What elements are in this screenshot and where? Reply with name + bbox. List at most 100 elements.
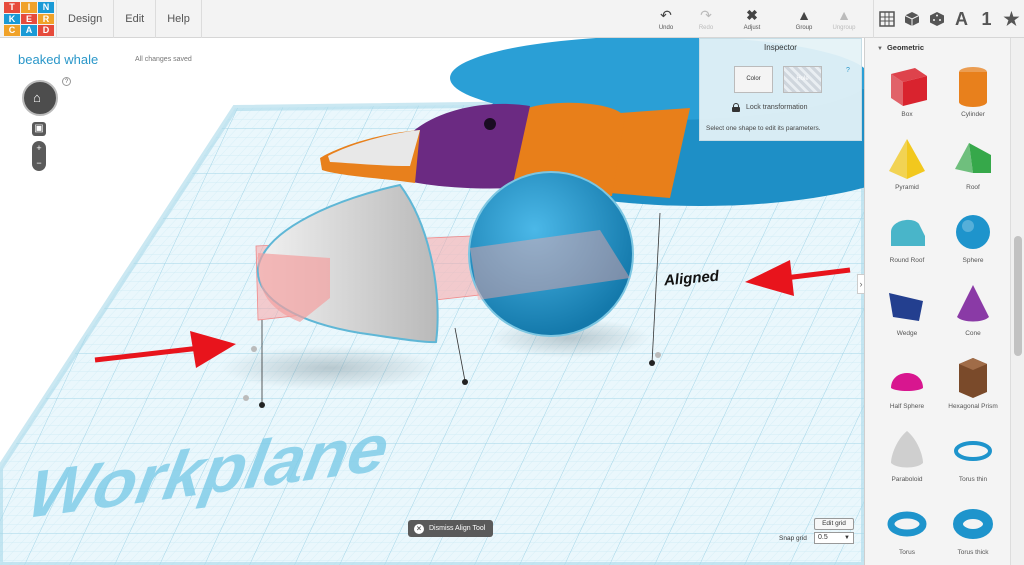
group-label: Group bbox=[795, 24, 813, 31]
zoom-in-icon[interactable]: + bbox=[32, 141, 46, 156]
panel-scrollbar[interactable] bbox=[1010, 38, 1024, 565]
undo-icon: ↶ bbox=[660, 6, 672, 23]
lock-transformation-toggle[interactable]: Lock transformation bbox=[732, 103, 807, 112]
grid-view-button[interactable] bbox=[874, 0, 899, 38]
view-buttons: A 1 ★ bbox=[873, 0, 1024, 38]
menu-design[interactable]: Design bbox=[56, 0, 113, 38]
pyramid-icon bbox=[889, 139, 925, 179]
components-view-button[interactable] bbox=[924, 0, 949, 38]
half-sphere-icon bbox=[891, 373, 923, 391]
design-title[interactable]: beaked whale bbox=[18, 52, 98, 67]
zoom-control: + − bbox=[32, 141, 46, 171]
edit-tools: ↶ Undo ↷ Redo bbox=[646, 0, 726, 38]
chevron-down-icon: ▼ bbox=[844, 535, 850, 541]
lock-icon bbox=[732, 103, 740, 112]
shape-tile-cone[interactable]: Cone bbox=[943, 279, 1003, 349]
redo-label: Redo bbox=[698, 24, 714, 31]
shapes-view-button[interactable] bbox=[899, 0, 924, 38]
logo-letter: D bbox=[38, 25, 54, 36]
shape-label: Round Roof bbox=[889, 257, 925, 264]
zoom-out-icon[interactable]: − bbox=[32, 156, 46, 171]
round-roof-icon bbox=[891, 219, 925, 246]
logo-letter: K bbox=[4, 13, 20, 24]
shape-label: Pyramid bbox=[895, 184, 919, 191]
torus-thick-icon bbox=[953, 509, 993, 539]
shape-tile-cylinder[interactable]: Cylinder bbox=[943, 60, 1003, 130]
shape-tile-paraboloid[interactable]: Paraboloid bbox=[877, 425, 937, 495]
ungroup-button[interactable]: ▲ Ungroup bbox=[824, 0, 864, 38]
shape-tile-half-sphere[interactable]: Half Sphere bbox=[877, 352, 937, 422]
adjust-label: Adjust bbox=[743, 24, 761, 31]
shape-tile-wedge[interactable]: Wedge bbox=[877, 279, 937, 349]
shape-tile-box[interactable]: Box bbox=[877, 60, 937, 130]
shape-tile-torus-thin[interactable]: Torus thin bbox=[943, 425, 1003, 495]
redo-icon: ↷ bbox=[700, 6, 712, 23]
scrollbar-thumb[interactable] bbox=[1014, 236, 1022, 356]
shape-label: Paraboloid bbox=[891, 476, 923, 483]
orbit-control[interactable]: ⌂ bbox=[22, 80, 58, 116]
adjust-icon: ✖ bbox=[746, 6, 758, 23]
category-label: Geometric bbox=[886, 43, 925, 52]
color-button[interactable]: Color bbox=[734, 66, 773, 93]
lock-label: Lock transformation bbox=[746, 104, 808, 111]
snap-grid-value: 0.5 bbox=[818, 534, 828, 541]
shape-tools: ✖ Adjust ▲ Group ▲ Ungroup bbox=[732, 0, 864, 38]
roof-icon bbox=[955, 143, 991, 173]
shape-label: Torus thin bbox=[958, 476, 988, 483]
menu-help[interactable]: Help bbox=[155, 0, 202, 38]
shape-tile-round-roof[interactable]: Round Roof bbox=[877, 206, 937, 276]
top-toolbar: T I N K E R C A D Design Edit Help ↶ Und… bbox=[0, 0, 1024, 38]
shape-label: Torus thick bbox=[957, 549, 989, 556]
shape-label: Half Sphere bbox=[889, 403, 925, 410]
shape-tile-torus[interactable]: Torus bbox=[877, 498, 937, 565]
home-icon[interactable]: ⌂ bbox=[33, 90, 41, 105]
inspector-hint: Select one shape to edit its parameters. bbox=[706, 125, 821, 132]
shape-label: Box bbox=[901, 111, 913, 118]
shapes-panel: ▼ Geometric Box Cylinder Pyramid Roof Round R… bbox=[864, 38, 1010, 565]
torus-icon bbox=[887, 511, 927, 537]
hole-button[interactable]: Hole bbox=[783, 66, 822, 93]
inspector-help-icon[interactable]: ? bbox=[846, 67, 850, 74]
wedge-icon bbox=[889, 293, 923, 321]
category-header[interactable]: ▼ Geometric bbox=[877, 43, 924, 52]
snap-grid-label: Snap grid bbox=[779, 535, 807, 542]
cube-icon: ▣ bbox=[34, 123, 44, 134]
ungroup-label: Ungroup bbox=[832, 24, 856, 31]
shape-tile-pyramid[interactable]: Pyramid bbox=[877, 133, 937, 203]
view-cube-button[interactable]: ▣ bbox=[32, 122, 46, 136]
torus-thin-icon bbox=[954, 441, 992, 461]
logo-letter: C bbox=[4, 25, 20, 36]
shape-tile-roof[interactable]: Roof bbox=[943, 133, 1003, 203]
shape-tile-sphere[interactable]: Sphere bbox=[943, 206, 1003, 276]
tinkercad-logo[interactable]: T I N K E R C A D bbox=[4, 2, 55, 36]
group-button[interactable]: ▲ Group bbox=[784, 0, 824, 38]
inspector-panel: Inspector Color Hole ? Lock transformati… bbox=[699, 38, 862, 141]
close-icon: × bbox=[414, 523, 424, 534]
undo-label: Undo bbox=[658, 24, 674, 31]
redo-button[interactable]: ↷ Redo bbox=[686, 0, 726, 38]
box-icon bbox=[891, 68, 927, 106]
cube-icon bbox=[904, 12, 919, 26]
save-status: All changes saved bbox=[135, 56, 192, 63]
logo-letter: R bbox=[38, 13, 54, 24]
menu-edit[interactable]: Edit bbox=[113, 0, 155, 38]
main-menu: Design Edit Help bbox=[56, 0, 202, 38]
logo-letter: T bbox=[4, 2, 20, 13]
dismiss-align-tool-button[interactable]: × Dismiss Align Tool bbox=[408, 520, 494, 537]
logo-letter: E bbox=[21, 13, 37, 24]
shape-tile-hexagonal-prism[interactable]: Hexagonal Prism bbox=[943, 352, 1003, 422]
number-shapes-button[interactable]: 1 bbox=[974, 0, 999, 38]
snap-grid-select[interactable]: 0.5 ▼ bbox=[814, 532, 854, 544]
edit-grid-button[interactable]: Edit grid bbox=[814, 518, 854, 530]
shape-label: Sphere bbox=[962, 257, 984, 264]
shape-tile-torus-thick[interactable]: Torus thick bbox=[943, 498, 1003, 565]
undo-button[interactable]: ↶ Undo bbox=[646, 0, 686, 38]
ungroup-icon: ▲ bbox=[837, 6, 851, 23]
paraboloid-icon bbox=[891, 431, 923, 468]
text-shapes-button[interactable]: A bbox=[949, 0, 974, 38]
star-icon[interactable]: ★ bbox=[999, 0, 1024, 38]
adjust-button[interactable]: ✖ Adjust bbox=[732, 0, 772, 38]
help-icon[interactable]: ? bbox=[62, 77, 71, 86]
shape-label: Roof bbox=[966, 184, 980, 191]
shape-label: Cylinder bbox=[961, 111, 985, 118]
